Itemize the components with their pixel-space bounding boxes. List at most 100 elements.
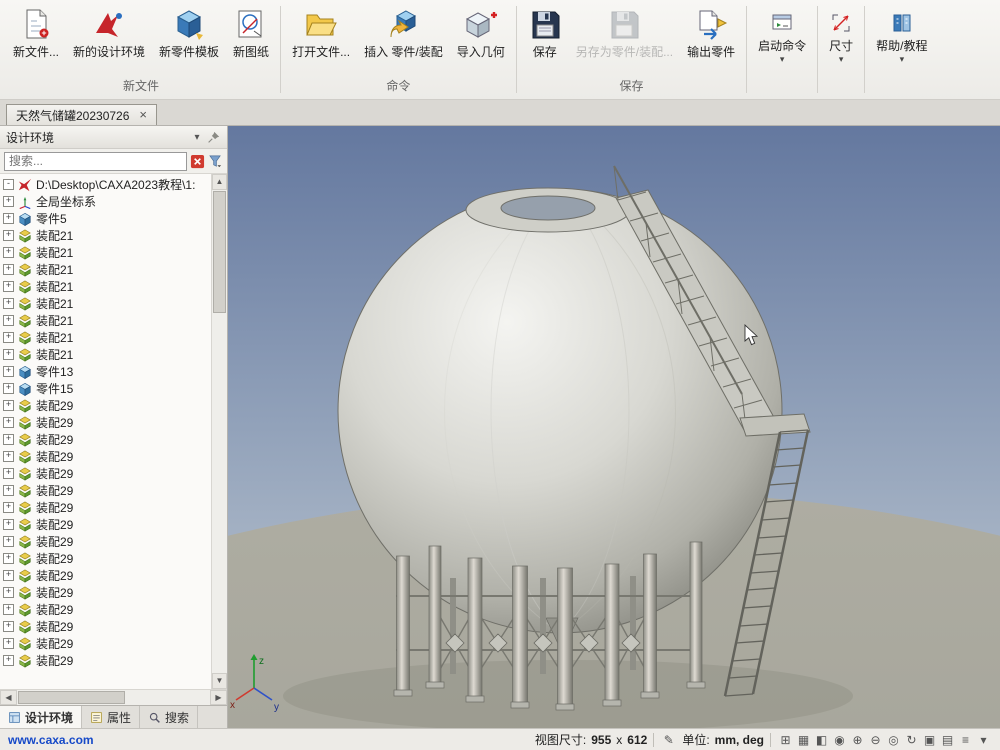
view-cube-icon[interactable]: ▣ bbox=[921, 733, 938, 747]
wireframe-icon[interactable]: ▦ bbox=[795, 733, 812, 747]
tree-collapse-icon[interactable]: - bbox=[3, 179, 14, 190]
tree-item[interactable]: +装配29 bbox=[3, 414, 211, 431]
viewport-3d-scene[interactable]: z x y bbox=[228, 126, 1000, 728]
caxa-website-link[interactable]: www.caxa.com bbox=[8, 733, 94, 747]
tree-expand-icon[interactable]: + bbox=[3, 281, 14, 292]
scroll-up-icon[interactable]: ▲ bbox=[212, 174, 227, 190]
grid-icon[interactable]: ▤ bbox=[939, 733, 956, 747]
tree-expand-icon[interactable]: + bbox=[3, 383, 14, 394]
tree-expand-icon[interactable]: + bbox=[3, 315, 14, 326]
insert-part-button[interactable]: 插入 零件/装配 bbox=[357, 3, 450, 64]
tree-expand-icon[interactable]: + bbox=[3, 570, 14, 581]
help-button[interactable]: 帮助/教程 ▾ bbox=[869, 3, 934, 66]
tree-expand-icon[interactable]: + bbox=[3, 468, 14, 479]
tree-expand-icon[interactable]: + bbox=[3, 400, 14, 411]
perspective-icon[interactable]: ◉ bbox=[831, 733, 848, 747]
tree-expand-icon[interactable]: + bbox=[3, 298, 14, 309]
tree-expand-icon[interactable]: + bbox=[3, 230, 14, 241]
tree-item[interactable]: +装配21 bbox=[3, 278, 211, 295]
tree-item[interactable]: +装配29 bbox=[3, 465, 211, 482]
selection-mode-icon[interactable]: ⊞ bbox=[777, 733, 794, 747]
tree-expand-icon[interactable]: + bbox=[3, 264, 14, 275]
rotate-view-icon[interactable]: ↻ bbox=[903, 733, 920, 747]
tree-expand-icon[interactable]: + bbox=[3, 451, 14, 462]
tree-item[interactable]: +装配21 bbox=[3, 346, 211, 363]
scroll-right-icon[interactable]: ▶ bbox=[210, 690, 227, 705]
tree-expand-icon[interactable]: + bbox=[3, 417, 14, 428]
tree-item[interactable]: +装配29 bbox=[3, 618, 211, 635]
scrollbar-thumb[interactable] bbox=[18, 691, 125, 704]
new-part-template-button[interactable]: 新零件模板 bbox=[152, 3, 226, 64]
save-as-button[interactable]: 另存为零件/装配... bbox=[569, 3, 680, 64]
tree-item[interactable]: +装配29 bbox=[3, 635, 211, 652]
tree-expand-icon[interactable]: + bbox=[3, 655, 14, 666]
dimensions-button[interactable]: 尺寸 ▾ bbox=[822, 3, 860, 66]
open-file-button[interactable]: 打开文件... bbox=[285, 3, 357, 64]
tree-expand-icon[interactable]: + bbox=[3, 434, 14, 445]
clear-search-icon[interactable] bbox=[190, 154, 205, 169]
tree-item[interactable]: +零件15 bbox=[3, 380, 211, 397]
import-geometry-button[interactable]: 导入几何 bbox=[450, 3, 512, 64]
tree-expand-icon[interactable]: + bbox=[3, 536, 14, 547]
tree-expand-icon[interactable]: + bbox=[3, 638, 14, 649]
tree-item[interactable]: +装配29 bbox=[3, 533, 211, 550]
zoom-in-icon[interactable]: ⊕ bbox=[849, 733, 866, 747]
tree-expand-icon[interactable]: + bbox=[3, 366, 14, 377]
scrollbar-thumb[interactable] bbox=[213, 191, 226, 313]
tree-expand-icon[interactable]: + bbox=[3, 587, 14, 598]
tree-expand-icon[interactable]: + bbox=[3, 604, 14, 615]
tree-item[interactable]: +装配29 bbox=[3, 584, 211, 601]
tree-root-item[interactable]: - D:\Desktop\CAXA2023教程\1: bbox=[3, 176, 211, 193]
launch-command-button[interactable]: 启动命令 ▾ bbox=[751, 3, 813, 66]
tree-item[interactable]: +装配29 bbox=[3, 567, 211, 584]
tree-item[interactable]: +零件5 bbox=[3, 210, 211, 227]
new-drawing-button[interactable]: 新图纸 bbox=[226, 3, 276, 64]
tree-item[interactable]: +装配29 bbox=[3, 448, 211, 465]
filter-icon[interactable] bbox=[208, 154, 223, 169]
shaded-view-icon[interactable]: ◧ bbox=[813, 733, 830, 747]
zoom-fit-icon[interactable]: ◎ bbox=[885, 733, 902, 747]
tree-expand-icon[interactable]: + bbox=[3, 247, 14, 258]
tree-item[interactable]: +装配21 bbox=[3, 329, 211, 346]
search-input[interactable] bbox=[4, 152, 187, 171]
tree-expand-icon[interactable]: + bbox=[3, 553, 14, 564]
tree-item[interactable]: +装配29 bbox=[3, 431, 211, 448]
tree-item[interactable]: +装配29 bbox=[3, 482, 211, 499]
tree-item[interactable]: +装配21 bbox=[3, 312, 211, 329]
tree-horizontal-scrollbar[interactable]: ◀ ▶ bbox=[0, 689, 227, 705]
tree-item[interactable]: +装配29 bbox=[3, 397, 211, 414]
tree-item[interactable]: +装配29 bbox=[3, 516, 211, 533]
display-options-icon[interactable]: ≡ bbox=[957, 733, 974, 747]
tree-item[interactable]: +装配29 bbox=[3, 652, 211, 669]
tree-item[interactable]: +装配29 bbox=[3, 550, 211, 567]
tree-expand-icon[interactable]: + bbox=[3, 502, 14, 513]
tab-properties[interactable]: 属性 bbox=[82, 706, 140, 728]
tab-search[interactable]: 搜索 bbox=[140, 706, 198, 728]
tree-expand-icon[interactable]: + bbox=[3, 519, 14, 530]
tree-item[interactable]: +装配21 bbox=[3, 295, 211, 312]
tree-expand-icon[interactable]: + bbox=[3, 196, 14, 207]
scroll-left-icon[interactable]: ◀ bbox=[0, 690, 17, 705]
tab-design-environment[interactable]: 设计环境 bbox=[0, 706, 82, 728]
tree-expand-icon[interactable]: + bbox=[3, 213, 14, 224]
tree-item[interactable]: +装配21 bbox=[3, 244, 211, 261]
tree-expand-icon[interactable]: + bbox=[3, 485, 14, 496]
tree-item[interactable]: +零件13 bbox=[3, 363, 211, 380]
tree-item[interactable]: +装配29 bbox=[3, 601, 211, 618]
scroll-down-icon[interactable]: ▼ bbox=[212, 673, 227, 689]
new-design-env-button[interactable]: 新的设计环境 bbox=[66, 3, 152, 64]
unit-icon[interactable]: ✎ bbox=[660, 733, 677, 747]
tree-item[interactable]: +装配29 bbox=[3, 499, 211, 516]
tree-item[interactable]: +装配21 bbox=[3, 227, 211, 244]
zoom-out-icon[interactable]: ⊖ bbox=[867, 733, 884, 747]
tree-item[interactable]: +装配21 bbox=[3, 261, 211, 278]
close-icon[interactable]: × bbox=[139, 110, 147, 120]
save-button[interactable]: 保存 bbox=[521, 3, 569, 64]
viewport-3d[interactable]: z x y bbox=[228, 126, 1000, 728]
more-options-icon[interactable]: ▾ bbox=[975, 733, 992, 747]
tree-expand-icon[interactable]: + bbox=[3, 332, 14, 343]
tree-vertical-scrollbar[interactable]: ▲ ▼ bbox=[211, 174, 227, 689]
pin-icon[interactable] bbox=[205, 131, 221, 144]
export-part-button[interactable]: 输出零件 bbox=[680, 3, 742, 64]
document-tab[interactable]: 天然气储罐20230726 × bbox=[6, 104, 157, 125]
